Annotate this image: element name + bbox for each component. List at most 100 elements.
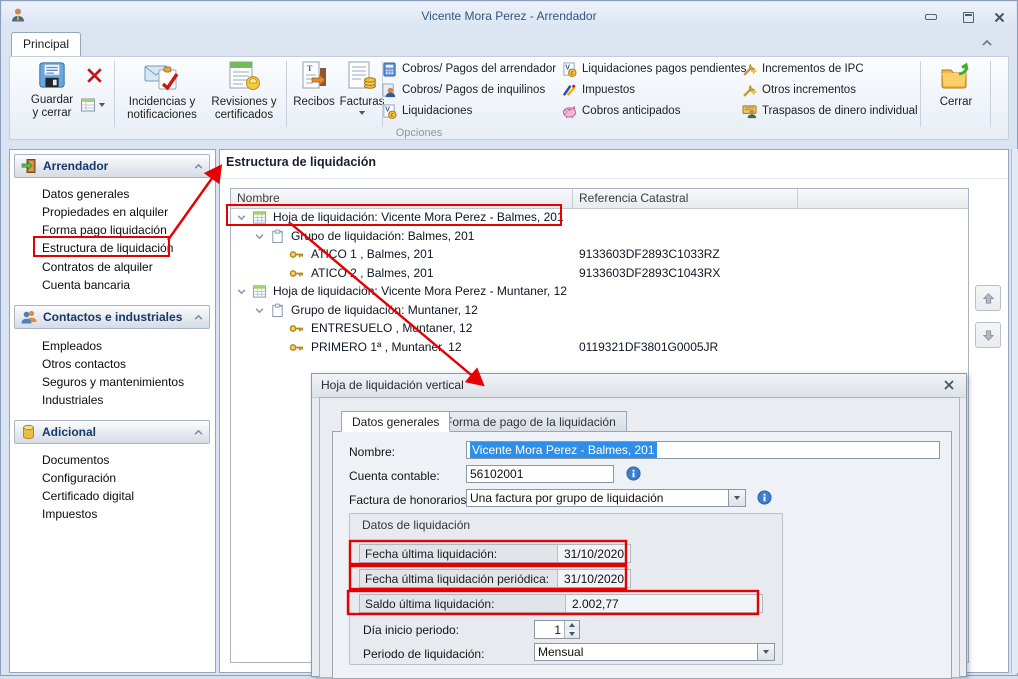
restore-button[interactable] (959, 10, 977, 24)
minimize-icon (925, 14, 937, 20)
column-referencia-catastral[interactable]: Referencia Catastral (573, 189, 798, 208)
chevron-down-icon[interactable] (237, 213, 246, 222)
receipt-icon: T (300, 60, 328, 92)
spinner-value: 1 (554, 623, 561, 637)
tab-forma-pago[interactable]: Forma de pago de la liquidación (435, 411, 627, 432)
nombre-input[interactable]: Vicente Mora Perez - Balmes, 201 (466, 441, 940, 459)
factura-honorarios-label: Factura de honorarios: (349, 493, 470, 507)
dia-inicio-label: Día inicio periodo: (363, 623, 459, 637)
combo-value: Mensual (538, 645, 583, 659)
facturas-button[interactable]: Facturas (338, 60, 386, 115)
page-title: Estructura de liquidación (226, 155, 376, 169)
revisiones-button[interactable]: Revisiones y certificados (204, 60, 284, 122)
combo-dropdown-button[interactable] (757, 644, 774, 660)
facturas-dropdown-arrow-icon (359, 111, 365, 115)
menu-impuestos[interactable]: Impuestos (562, 81, 635, 99)
sidebar-item-contratos[interactable]: Contratos de alquiler (42, 260, 153, 274)
field-value: 31/10/2020 (557, 570, 630, 587)
cuenta-contable-input[interactable]: 56102001 (466, 465, 614, 483)
sidebar-section-arrendador[interactable]: Arrendador (14, 154, 210, 178)
ribbon-group-label: Opciones (0, 127, 918, 139)
sidebar-item-documentos[interactable]: Documentos (42, 453, 109, 467)
sidebar-item-cuenta-bancaria[interactable]: Cuenta bancaria (42, 278, 130, 292)
field-label: Fecha última liquidación: (360, 545, 557, 562)
menu-liquidaciones-pagos-pendientes[interactable]: V€ Liquidaciones pagos pendientes (562, 60, 746, 78)
sidebar-item-seguros[interactable]: Seguros y mantenimientos (42, 375, 184, 389)
sidebar-item-propiedades[interactable]: Propiedades en alquiler (42, 205, 168, 219)
close-button[interactable] (990, 10, 1008, 24)
combo-dropdown-button[interactable] (728, 490, 745, 506)
incidencias-button[interactable]: Incidencias y notificaciones (122, 60, 202, 122)
move-up-button[interactable] (975, 285, 1001, 311)
sidebar-item-certificado[interactable]: Certificado digital (42, 489, 134, 503)
save-close-button[interactable]: Guardar y cerrar (20, 60, 84, 120)
dia-inicio-spinner[interactable]: 1 (534, 620, 580, 639)
table-row[interactable]: Grupo de liquidación: Balmes, 201 (231, 227, 968, 246)
spinner-down-button[interactable] (565, 630, 579, 639)
chevron-down-icon[interactable] (255, 232, 264, 241)
sidebar-section-contactos[interactable]: Contactos e industriales (14, 305, 210, 329)
row-label: ATICO 2 , Balmes, 201 (311, 266, 434, 280)
tab-content: Nombre: Vicente Mora Perez - Balmes, 201… (332, 431, 952, 679)
sheet-icon (252, 284, 267, 299)
table-row[interactable]: ATICO 1 , Balmes, 201 9133603DF2893C1033… (231, 245, 968, 264)
menu-otros-incrementos[interactable]: Otros incrementos (742, 81, 856, 99)
row-label: ATICO 1 , Balmes, 201 (311, 247, 434, 261)
chevron-down-icon[interactable] (237, 287, 246, 296)
arrow-up-icon (981, 291, 996, 306)
tab-datos-generales[interactable]: Datos generales (341, 411, 450, 432)
minimize-button[interactable] (922, 10, 940, 24)
column-empty[interactable] (798, 189, 968, 208)
red-x-icon (86, 67, 103, 84)
chevron-up-icon (194, 313, 203, 322)
save-icon (37, 60, 67, 90)
revisions-bell-icon (227, 60, 261, 92)
delete-button[interactable] (82, 64, 106, 86)
periodo-combo[interactable]: Mensual (534, 643, 775, 661)
table-row[interactable]: ENTRESUELO , Muntaner, 12 (231, 319, 968, 338)
group-title: Datos de liquidación (362, 518, 470, 532)
menu-cobros-anticipados[interactable]: Cobros anticipados (562, 102, 680, 120)
sidebar-section-adicional[interactable]: Adicional (14, 420, 210, 444)
menu-incrementos-ipc[interactable]: Incrementos de IPC (742, 60, 864, 78)
factura-honorarios-combo[interactable]: Una factura por grupo de liquidación (466, 489, 746, 507)
sidebar-item-estructura-liquidacion[interactable]: Estructura de liquidación (42, 241, 173, 255)
move-down-button[interactable] (975, 322, 1001, 348)
menu-cobros-pagos-arrendador[interactable]: Cobros/ Pagos del arrendador (382, 60, 556, 78)
tab-principal[interactable]: Principal (11, 32, 81, 57)
list-view-dropdown-button[interactable] (80, 97, 105, 113)
sidebar-item-impuestos[interactable]: Impuestos (42, 507, 97, 521)
sidebar-item-datos-generales[interactable]: Datos generales (42, 187, 129, 201)
cerrar-button[interactable]: Cerrar (926, 60, 986, 109)
spinner-up-button[interactable] (565, 621, 579, 630)
table-row[interactable]: ATICO 2 , Balmes, 201 9133603DF2893C1043… (231, 264, 968, 283)
right-scroll-strip[interactable] (1011, 149, 1018, 673)
sidebar-item-forma-pago[interactable]: Forma pago liquidación (42, 223, 167, 237)
sidebar-item-otros-contactos[interactable]: Otros contactos (42, 357, 126, 371)
ribbon: Guardar y cerrar Incidencias y notifica (9, 56, 1009, 140)
info-icon[interactable] (626, 466, 641, 481)
dialog-close-button[interactable] (942, 378, 956, 392)
chevron-up-icon (194, 428, 203, 437)
key-icon (289, 322, 304, 335)
recibos-button[interactable]: T Recibos (290, 60, 338, 109)
menu-liquidaciones[interactable]: V€ Liquidaciones (382, 102, 472, 120)
info-icon[interactable] (757, 490, 772, 505)
collapse-ribbon-button[interactable] (980, 37, 996, 49)
table-row[interactable]: Grupo de liquidación: Muntaner, 12 (231, 301, 968, 320)
menu-item-label: Liquidaciones (402, 105, 472, 117)
row-ref: 9133603DF2893C1033RZ (579, 247, 720, 261)
dropdown-arrow-icon (763, 650, 769, 654)
menu-traspasos-dinero[interactable]: Traspasos de dinero individual (742, 102, 918, 120)
column-nombre[interactable]: Nombre (231, 189, 573, 208)
table-row[interactable]: Hoja de liquidación: Vicente Mora Perez … (231, 282, 968, 301)
chevron-down-icon[interactable] (255, 306, 264, 315)
sidebar-item-empleados[interactable]: Empleados (42, 339, 102, 353)
sidebar-item-industriales[interactable]: Industriales (42, 393, 103, 407)
pending-settlements-icon: V€ (562, 62, 577, 77)
menu-cobros-pagos-inquilinos[interactable]: Cobros/ Pagos de inquilinos (382, 81, 545, 99)
table-row[interactable]: Hoja de liquidación: Vicente Mora Perez … (231, 208, 968, 227)
contacts-people-icon (21, 309, 37, 325)
sidebar-item-configuracion[interactable]: Configuración (42, 471, 116, 485)
table-row[interactable]: PRIMERO 1ª , Muntaner, 12 0119321DF3801G… (231, 338, 968, 357)
